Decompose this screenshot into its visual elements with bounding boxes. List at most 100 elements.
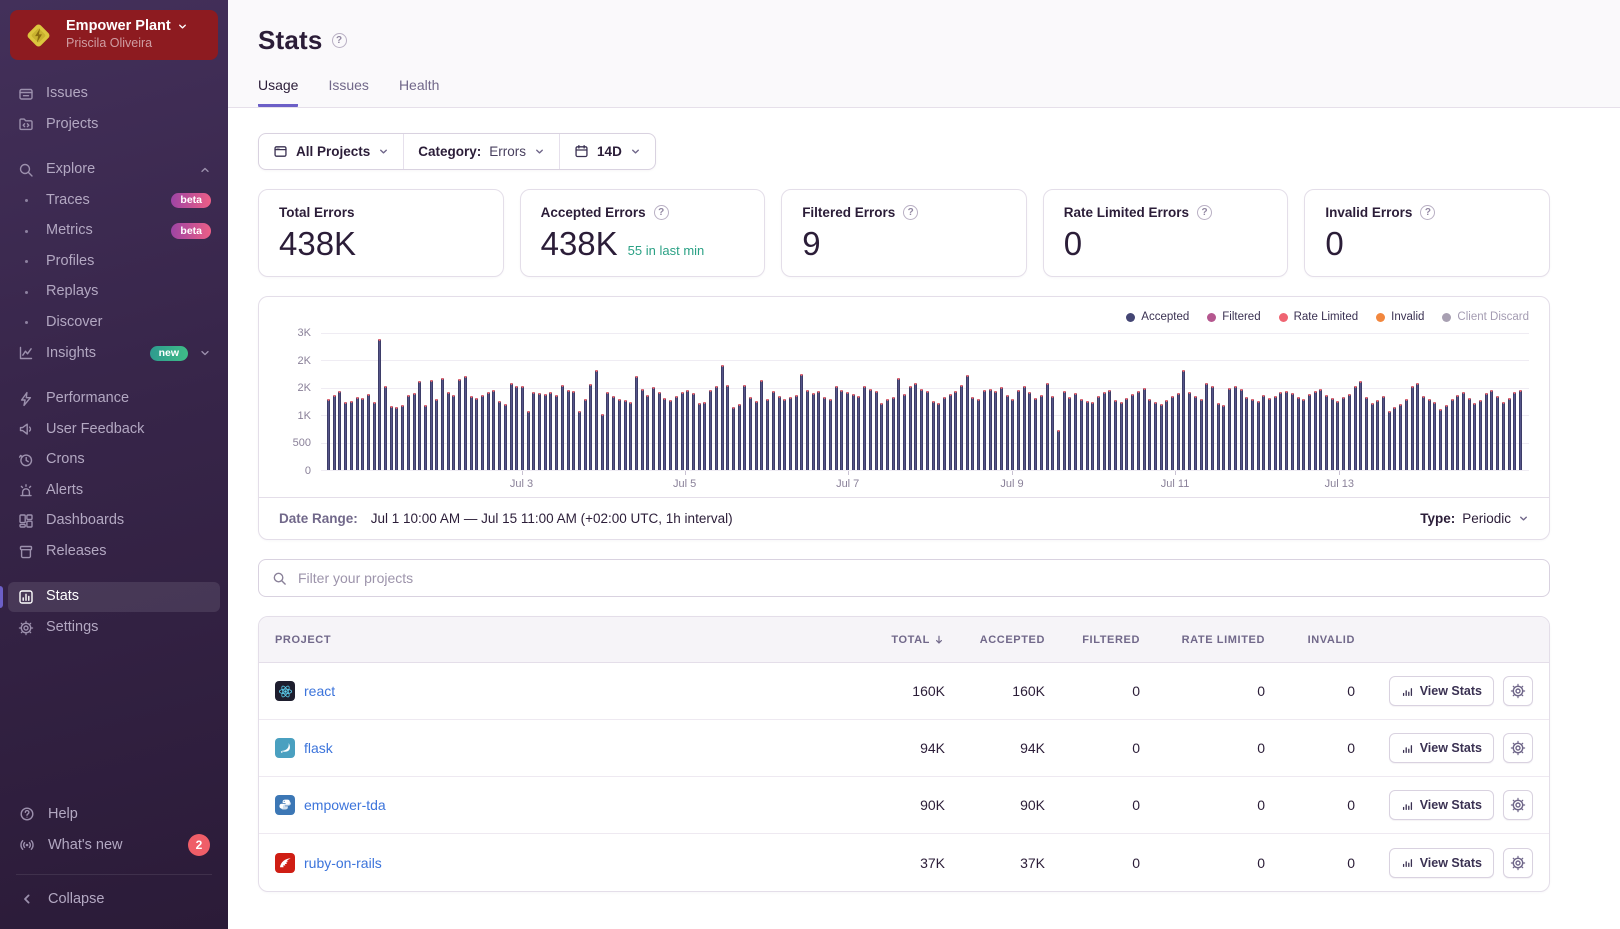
beta-badge: beta — [171, 223, 211, 239]
sidebar-item-label: Profiles — [46, 252, 94, 272]
sidebar-item-label: Collapse — [48, 891, 104, 907]
project-settings-button[interactable] — [1503, 733, 1533, 763]
view-stats-button[interactable]: View Stats — [1389, 848, 1494, 878]
sidebar-item-traces[interactable]: Tracesbeta — [8, 186, 220, 216]
legend-accepted[interactable]: Accepted — [1126, 311, 1189, 323]
bar — [1416, 383, 1419, 470]
sidebar-item-help[interactable]: Help — [16, 800, 212, 828]
sidebar-item-discover[interactable]: Discover — [8, 308, 220, 338]
project-settings-button[interactable] — [1503, 676, 1533, 706]
sidebar-item-issues[interactable]: Issues — [8, 79, 220, 109]
sidebar-item-performance[interactable]: Performance — [8, 384, 220, 414]
table-row-empower-tda: empower-tda90K90K000View Stats — [259, 777, 1549, 834]
tab-issues[interactable]: Issues — [328, 77, 368, 107]
bar — [1354, 386, 1357, 470]
bar — [983, 390, 986, 470]
bar — [806, 390, 809, 470]
help-icon[interactable]: ? — [1197, 205, 1212, 220]
help-icon[interactable]: ? — [1420, 205, 1435, 220]
project-filter-dropdown[interactable]: All Projects — [259, 134, 403, 169]
bar — [669, 400, 672, 470]
bar — [880, 403, 883, 470]
date-range-dropdown[interactable]: 14D — [559, 134, 655, 169]
bar — [447, 392, 450, 470]
sidebar-item-label: Alerts — [46, 481, 83, 501]
bar — [1388, 411, 1391, 470]
sidebar-item-releases[interactable]: Releases — [8, 537, 220, 567]
org-user-name: Priscila Oliveira — [66, 36, 152, 50]
help-icon[interactable]: ? — [903, 205, 918, 220]
sidebar-item-crons[interactable]: Crons — [8, 445, 220, 475]
sidebar-item-user-feedback[interactable]: User Feedback — [8, 415, 220, 445]
page-help-icon[interactable]: ? — [332, 33, 347, 48]
column-header-invalid[interactable]: INVALID — [1265, 634, 1355, 646]
legend-label: Invalid — [1391, 311, 1424, 323]
bar — [527, 411, 530, 470]
sidebar-item-stats[interactable]: Stats — [8, 582, 220, 612]
bar — [606, 392, 609, 470]
legend-rate-limited[interactable]: Rate Limited — [1279, 311, 1359, 323]
filtered-cell: 0 — [1045, 683, 1140, 699]
date-range-value: Jul 1 10:00 AM — Jul 15 11:00 AM (+02:00… — [371, 511, 733, 526]
bar — [1325, 395, 1328, 470]
column-header-total[interactable]: TOTAL — [850, 634, 945, 646]
bar-chart-icon — [1401, 799, 1414, 812]
project-search-input[interactable] — [296, 569, 1536, 587]
calendar-icon — [574, 144, 589, 159]
sort-desc-icon[interactable] — [933, 634, 945, 646]
sidebar-item-label: Insights — [46, 344, 96, 364]
column-header-project[interactable]: PROJECT — [275, 634, 850, 646]
legend-invalid[interactable]: Invalid — [1376, 311, 1424, 323]
sidebar-item-collapse[interactable]: Collapse — [16, 885, 212, 913]
project-link[interactable]: ruby-on-rails — [304, 855, 382, 871]
sidebar-item-label: Discover — [46, 313, 102, 333]
bar — [1319, 389, 1322, 470]
column-header-rate-limited[interactable]: RATE LIMITED — [1140, 634, 1265, 646]
bar — [1234, 386, 1237, 470]
view-stats-label: View Stats — [1420, 684, 1482, 698]
sidebar-group: ExploreTracesbetaMetricsbeta Profiles Repl… — [8, 155, 220, 368]
sidebar-item-what-s-new[interactable]: What's new2 — [16, 828, 212, 862]
bar — [960, 385, 963, 470]
help-icon[interactable]: ? — [654, 205, 669, 220]
bar — [909, 386, 912, 470]
sidebar-item-settings[interactable]: Settings — [8, 613, 220, 643]
sidebar-nav: IssuesProjects ExploreTracesbetaMetricsbe… — [0, 68, 228, 794]
project-settings-button[interactable] — [1503, 790, 1533, 820]
sidebar-item-explore[interactable]: Explore — [8, 155, 220, 185]
project-settings-button[interactable] — [1503, 848, 1533, 878]
column-header-filtered[interactable]: FILTERED — [1045, 634, 1140, 646]
legend-client-discard[interactable]: Client Discard — [1442, 311, 1529, 323]
bar — [1508, 398, 1511, 470]
tab-health[interactable]: Health — [399, 77, 439, 107]
sidebar-item-alerts[interactable]: Alerts — [8, 476, 220, 506]
bar — [521, 386, 524, 470]
sidebar-item-metrics[interactable]: Metricsbeta — [8, 216, 220, 246]
bar — [1359, 381, 1362, 470]
column-header-accepted[interactable]: ACCEPTED — [945, 634, 1045, 646]
type-dropdown[interactable]: Type: Periodic — [1420, 511, 1529, 526]
tab-usage[interactable]: Usage — [258, 77, 298, 107]
chart-legend: Accepted Filtered Rate Limited Invalid Clien… — [279, 309, 1529, 333]
org-switcher[interactable]: Empower Plant Priscila Oliveira — [10, 10, 218, 60]
stat-cards: Total Errors438KAccepted Errors?438K55 i… — [258, 189, 1550, 277]
sidebar-item-dashboards[interactable]: Dashboards — [8, 506, 220, 536]
view-stats-button[interactable]: View Stats — [1389, 676, 1494, 706]
bar — [475, 398, 478, 470]
sidebar-item-profiles[interactable]: Profiles — [8, 247, 220, 277]
project-link[interactable]: react — [304, 683, 335, 699]
bar — [846, 392, 849, 470]
category-filter-dropdown[interactable]: Category: Errors — [403, 134, 559, 169]
sidebar-item-projects[interactable]: Projects — [8, 110, 220, 140]
view-stats-button[interactable]: View Stats — [1389, 733, 1494, 763]
project-link[interactable]: flask — [304, 740, 333, 756]
sidebar-item-label: Stats — [46, 587, 79, 607]
x-axis: Jul 3Jul 5Jul 7Jul 9Jul 11Jul 13 — [321, 471, 1529, 495]
bar — [1068, 397, 1071, 470]
bar — [840, 390, 843, 470]
legend-filtered[interactable]: Filtered — [1207, 311, 1260, 323]
sidebar-item-replays[interactable]: Replays — [8, 277, 220, 307]
sidebar-item-insights[interactable]: Insightsnew — [8, 339, 220, 369]
view-stats-button[interactable]: View Stats — [1389, 790, 1494, 820]
project-link[interactable]: empower-tda — [304, 797, 386, 813]
